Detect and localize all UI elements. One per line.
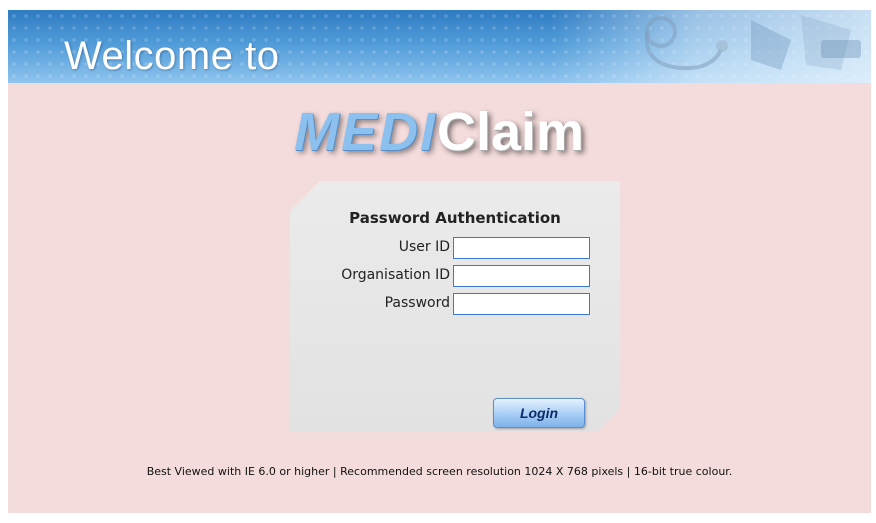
welcome-heading: Welcome to — [64, 34, 280, 78]
user-id-input[interactable] — [453, 237, 590, 259]
stethoscope-icon — [644, 15, 861, 71]
mediclaim-logo: MEDIClaim — [294, 102, 584, 162]
footer-note: Best Viewed with IE 6.0 or higher | Reco… — [146, 465, 733, 478]
medical-banner-image — [551, 10, 871, 83]
password-label: Password — [384, 295, 450, 311]
logo-medi-text: MEDI — [294, 102, 437, 162]
organisation-id-input[interactable] — [453, 265, 590, 287]
user-id-label: User ID — [398, 239, 450, 255]
organisation-id-label: Organisation ID — [341, 267, 450, 283]
page-frame: Welcome to MEDIClaim Password Authentica… — [8, 10, 871, 513]
logo-claim-text: Claim — [437, 102, 585, 162]
login-button[interactable]: Login — [493, 398, 585, 428]
password-row: Password — [290, 293, 620, 315]
user-id-row: User ID — [290, 237, 620, 259]
organisation-id-row: Organisation ID — [290, 265, 620, 287]
auth-title: Password Authentication — [349, 209, 561, 227]
header-banner: Welcome to — [8, 10, 871, 83]
login-panel: Password Authentication User ID Organisa… — [290, 181, 620, 431]
password-input[interactable] — [453, 293, 590, 315]
